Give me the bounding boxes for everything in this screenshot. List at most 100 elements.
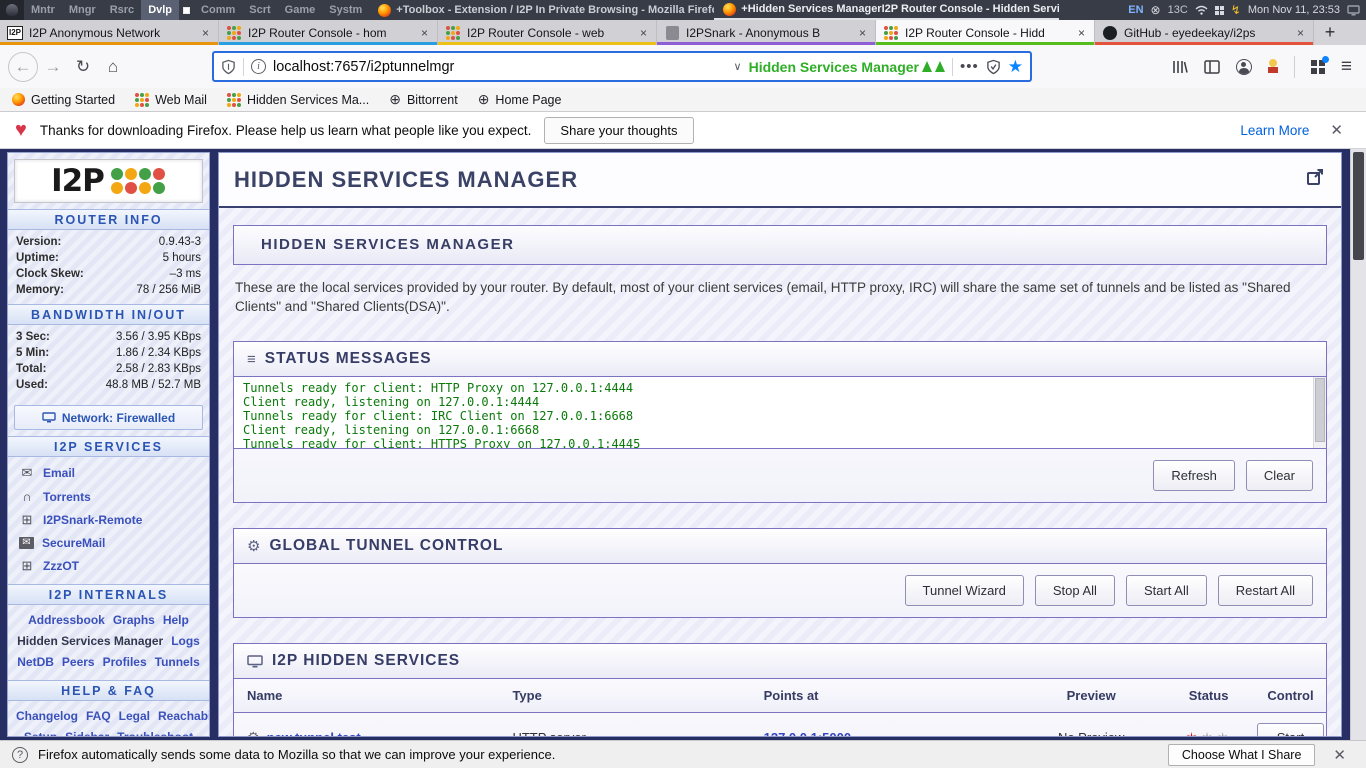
service-link[interactable]: I2PSnark-Remote (43, 513, 142, 527)
link-graphs[interactable]: Graphs (113, 613, 155, 627)
tracking-protection-shield-icon[interactable] (221, 59, 236, 75)
link-netdb[interactable]: NetDB (17, 655, 54, 669)
close-notification-icon[interactable]: ✕ (1322, 121, 1351, 139)
log-scrollbar[interactable] (1313, 377, 1326, 448)
share-thoughts-button[interactable]: Share your thoughts (544, 117, 693, 144)
choose-what-i-share-button[interactable]: Choose What I Share (1168, 744, 1316, 766)
extension-grid-icon[interactable] (1311, 60, 1325, 74)
sidebar-item-securemail[interactable]: ✉SecureMail (8, 532, 209, 554)
tab-i2p-anonymous-network[interactable]: I2P I2P Anonymous Network × (0, 20, 219, 45)
link-reachability[interactable]: Reachability (158, 709, 210, 723)
bookmark-star-icon[interactable]: ★ (1008, 57, 1023, 77)
service-link[interactable]: ZzzOT (43, 559, 79, 573)
gear-icon[interactable]: ⚙ (247, 729, 260, 736)
clear-button[interactable]: Clear (1246, 460, 1313, 491)
link-hidden-services-manager-current[interactable]: Hidden Services Manager (17, 634, 163, 648)
tab-i2psnark[interactable]: I2PSnark - Anonymous B × (657, 20, 876, 45)
service-link[interactable]: Email (43, 466, 75, 480)
bookmark-web-mail[interactable]: Web Mail (135, 93, 207, 107)
service-link[interactable]: Torrents (43, 490, 91, 504)
close-data-bar-icon[interactable]: ✕ (1325, 746, 1354, 764)
tab-close-icon[interactable]: × (419, 26, 430, 40)
link-profiles[interactable]: Profiles (103, 655, 147, 669)
redshift-icon[interactable]: ⊗ (1151, 3, 1161, 17)
learn-more-link[interactable]: Learn More (1240, 123, 1309, 138)
tab-close-icon[interactable]: × (1295, 26, 1306, 40)
restart-all-button[interactable]: Restart All (1218, 575, 1313, 606)
open-in-new-window-icon[interactable] (1305, 167, 1326, 193)
workspace-scrt[interactable]: Scrt (242, 0, 277, 20)
menu-hamburger-icon[interactable]: ≡ (1341, 56, 1352, 78)
url-bar[interactable]: i localhost:7657/i2ptunnelmgr ∨ Hidden S… (212, 51, 1032, 82)
i2p-page-action[interactable]: Hidden Services Manager (749, 59, 945, 75)
workspace-rsrc[interactable]: Rsrc (103, 0, 141, 20)
sidebar-toggle-icon[interactable] (1204, 60, 1220, 74)
chevron-down-icon[interactable]: ∨ (734, 60, 742, 73)
bookmark-home-page[interactable]: ⊕ Home Page (478, 91, 562, 108)
bookmark-bittorrent[interactable]: ⊕ Bittorrent (389, 91, 457, 108)
page-actions-menu-icon[interactable]: ••• (960, 58, 979, 75)
library-icon[interactable] (1172, 59, 1188, 75)
tunnel-wizard-button[interactable]: Tunnel Wizard (905, 575, 1024, 606)
reload-button[interactable]: ↻ (68, 52, 98, 82)
sidebar-item-email[interactable]: ✉Email (8, 461, 209, 485)
tab-close-icon[interactable]: × (857, 26, 868, 40)
workspace-comm[interactable]: Comm (194, 0, 242, 20)
forward-button[interactable]: → (38, 52, 68, 82)
link-faq[interactable]: FAQ (86, 709, 111, 723)
display-icon[interactable] (1347, 5, 1360, 16)
power-icon[interactable]: ↯ (1231, 3, 1241, 17)
bookmark-getting-started[interactable]: Getting Started (12, 93, 115, 107)
sidebar-item-zzzot[interactable]: ⊞ZzzOT (8, 554, 209, 578)
link-sidebar[interactable]: Sidebar (65, 730, 109, 737)
tab-close-icon[interactable]: × (1076, 26, 1087, 40)
tab-close-icon[interactable]: × (200, 26, 211, 40)
start-button[interactable]: Start (1257, 723, 1324, 736)
link-peers[interactable]: Peers (62, 655, 95, 669)
workspace-mntr[interactable]: Mntr (24, 0, 62, 20)
workspace-dvlp-active[interactable]: Dvlp (141, 0, 179, 20)
tab-router-console-web[interactable]: I2P Router Console - web × (438, 20, 657, 45)
points-at-link[interactable]: 127.0.0.1:5000 (764, 730, 851, 736)
bookmark-hidden-services[interactable]: Hidden Services Ma... (227, 93, 369, 107)
sidebar-item-torrents[interactable]: ∩Torrents (8, 485, 209, 508)
sidebar-item-i2psnark-remote[interactable]: ⊞I2PSnark-Remote (8, 508, 209, 532)
status-log-area[interactable]: Tunnels ready for client: HTTP Proxy on … (234, 377, 1326, 449)
workspace-mngr[interactable]: Mngr (62, 0, 103, 20)
link-setup[interactable]: Setup (24, 730, 57, 737)
workspace-game[interactable]: Game (278, 0, 323, 20)
tab-router-console-hidden-services-active[interactable]: I2P Router Console - Hidd × (876, 20, 1095, 45)
link-addressbook[interactable]: Addressbook (28, 613, 105, 627)
i2p-logo[interactable]: I2P (14, 159, 203, 203)
tunnel-name-link[interactable]: new.tunnel.test (267, 730, 361, 736)
link-tunnels[interactable]: Tunnels (155, 655, 200, 669)
workspace-systm[interactable]: Systm (322, 0, 369, 20)
back-button[interactable]: ← (8, 52, 38, 82)
url-text[interactable]: localhost:7657/i2ptunnelmgr (273, 59, 727, 75)
scrollbar-thumb[interactable] (1315, 378, 1325, 442)
tab-github[interactable]: GitHub - eyedeekay/i2ps × (1095, 20, 1314, 45)
taskbar-window-toolbox[interactable]: +Toolbox - Extension / I2P In Private Br… (369, 0, 714, 20)
system-menu-icon[interactable] (0, 0, 24, 20)
page-scrollbar[interactable] (1350, 149, 1366, 740)
keyboard-layout-indicator[interactable]: EN (1128, 4, 1143, 16)
link-logs[interactable]: Logs (171, 634, 200, 648)
scrollbar-thumb[interactable] (1353, 152, 1364, 260)
tab-close-icon[interactable]: × (638, 26, 649, 40)
link-legal[interactable]: Legal (119, 709, 150, 723)
refresh-button[interactable]: Refresh (1153, 460, 1235, 491)
app-launcher-icon[interactable] (1215, 6, 1224, 15)
link-help[interactable]: Help (163, 613, 189, 627)
site-info-icon[interactable]: i (251, 59, 266, 74)
new-tab-button[interactable]: + (1314, 20, 1346, 45)
home-button[interactable]: ⌂ (98, 52, 128, 82)
tab-router-console-home[interactable]: I2P Router Console - hom × (219, 20, 438, 45)
network-status-button[interactable]: Network: Firewalled (14, 405, 203, 430)
shield-check-icon[interactable] (986, 59, 1001, 75)
extension-character-icon[interactable] (1268, 59, 1278, 74)
taskbar-window-hidden-services[interactable]: +Hidden Services ManagerI2P Router Conso… (714, 0, 1059, 20)
account-icon[interactable] (1236, 59, 1252, 75)
wifi-icon[interactable] (1195, 5, 1208, 15)
link-changelog[interactable]: Changelog (16, 709, 78, 723)
stop-all-button[interactable]: Stop All (1035, 575, 1115, 606)
